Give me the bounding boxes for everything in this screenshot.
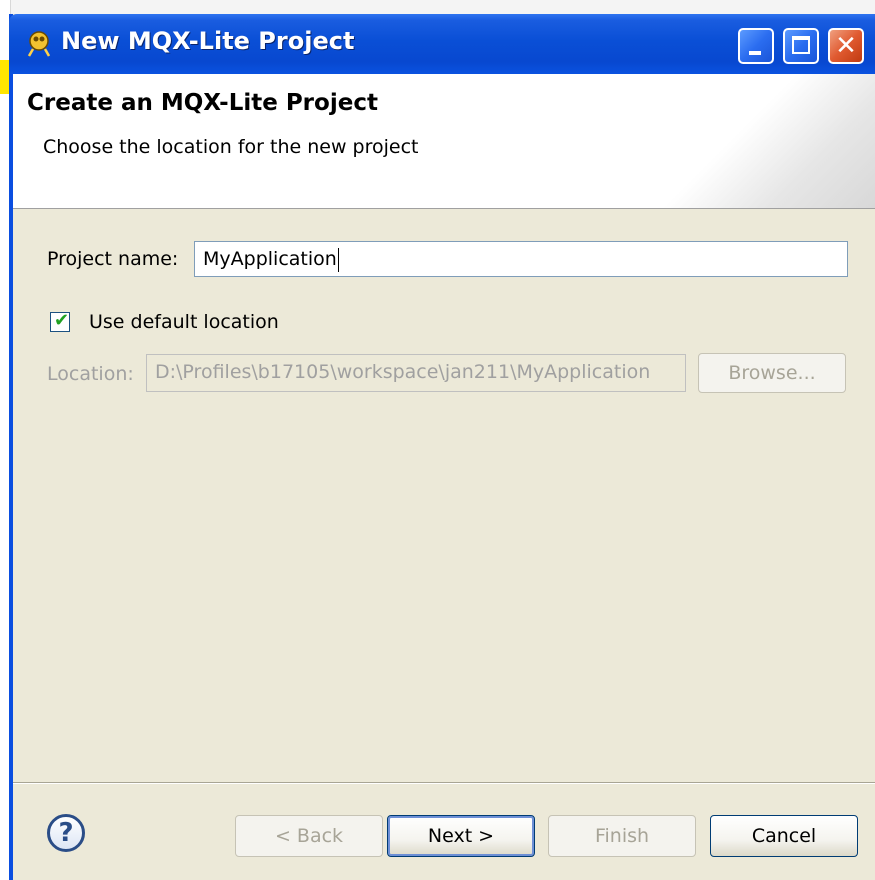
use-default-location-label[interactable]: Use default location [89,311,279,333]
title-bar[interactable]: New MQX-Lite Project ✕ [9,14,875,74]
close-icon: ✕ [835,31,857,61]
project-name-input[interactable]: MyApplication [194,241,848,277]
text-caret [337,247,339,272]
maximize-button[interactable] [783,28,819,64]
cancel-button[interactable]: Cancel [710,815,858,857]
wizard-dialog: New MQX-Lite Project ✕ Create an MQX-Lit… [9,14,875,880]
page-description: Choose the location for the new project [43,136,419,158]
footer-separator-highlight [13,783,875,784]
project-name-value: MyApplication [203,248,337,270]
background-strip-top [0,0,875,14]
maximize-icon [792,36,810,54]
location-input[interactable]: D:\Profiles\b17105\workspace\jan211\MyAp… [146,354,686,392]
project-name-label: Project name: [47,248,179,270]
browse-button[interactable]: Browse... [698,353,846,393]
finish-button[interactable]: Finish [548,815,696,857]
header-decoration [655,74,875,208]
minimize-icon [749,51,761,55]
close-button[interactable]: ✕ [828,28,864,64]
location-label: Location: [47,363,134,385]
eclipse-wizard-icon [27,31,51,57]
page-title: Create an MQX-Lite Project [27,90,378,116]
minimize-button[interactable] [738,28,774,64]
back-button[interactable]: < Back [235,815,383,857]
next-button[interactable]: Next > [387,815,535,857]
wizard-header: Create an MQX-Lite Project Choose the lo… [13,74,875,209]
use-default-location-checkbox[interactable]: ✔ [50,310,70,332]
window-title: New MQX-Lite Project [61,27,355,55]
help-icon[interactable]: ? [47,814,85,852]
checkmark-icon: ✔ [54,310,70,331]
